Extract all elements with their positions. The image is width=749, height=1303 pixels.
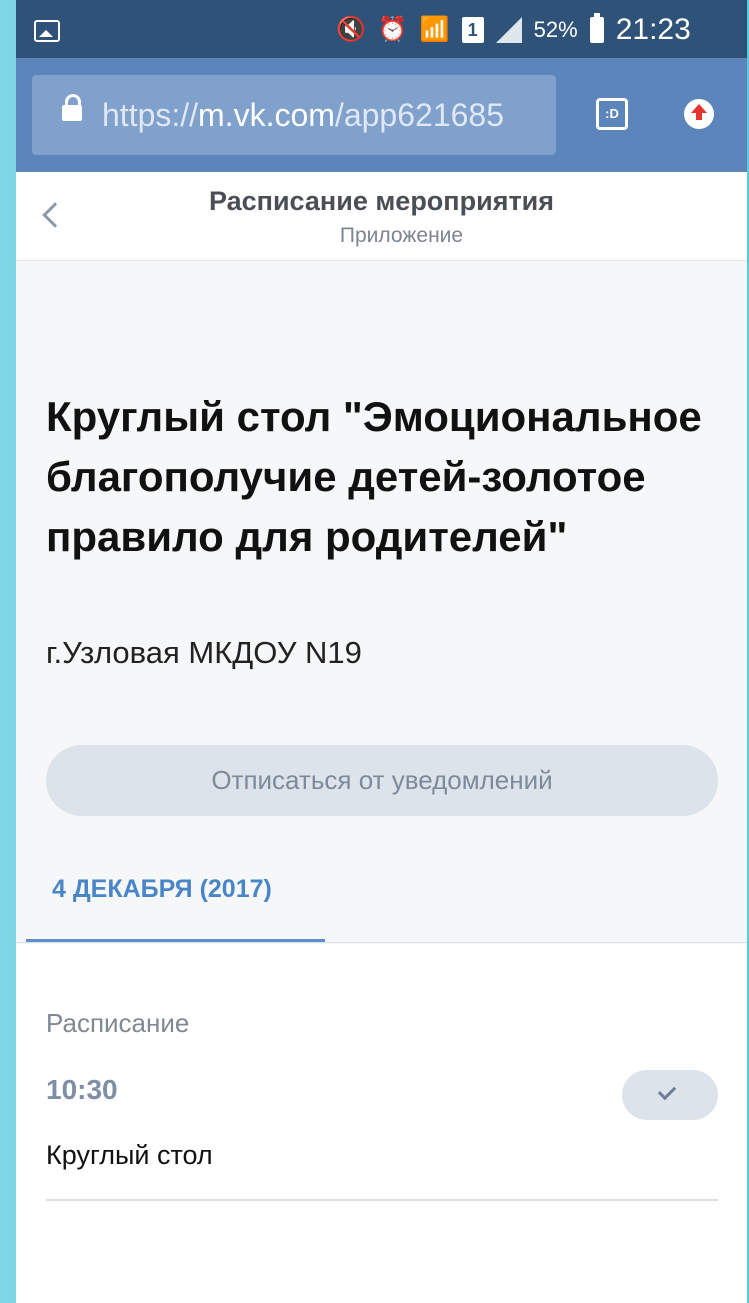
tabs-divider: [16, 942, 747, 943]
url-bar[interactable]: https://m.vk.com/app621685: [32, 75, 556, 155]
event-section: Круглый стол "Эмоциональное благополучие…: [16, 261, 747, 944]
url-text[interactable]: https://m.vk.com/app621685: [102, 95, 504, 135]
tabs-button[interactable]: :D: [596, 98, 628, 130]
status-bar: 🔇 ⏰ 📶 1 52% 21:23: [16, 0, 747, 58]
gallery-icon: [34, 20, 60, 42]
url-host: m.vk.com: [198, 97, 335, 133]
schedule-item-time: 10:30: [46, 1074, 118, 1105]
page-subtitle: Приложение: [339, 224, 464, 247]
unsubscribe-button[interactable]: Отписаться от уведомлений: [46, 745, 718, 816]
status-icons: 🔇 ⏰ 📶 1 52% 21:23: [336, 13, 691, 46]
schedule-heading: Расписание: [46, 1008, 190, 1038]
tab-date[interactable]: 4 ДЕКАБРЯ (2017): [52, 875, 272, 904]
check-icon: [657, 1081, 677, 1101]
phone-screen: 🔇 ⏰ 📶 1 52% 21:23 https://m.vk.com/app62…: [16, 0, 747, 1303]
url-path: /app621685: [334, 97, 504, 133]
signal-icon: [495, 17, 522, 43]
schedule-item-check-button[interactable]: [622, 1070, 718, 1120]
url-scheme: https://: [102, 97, 199, 133]
schedule-item-name: Круглый стол: [46, 1140, 213, 1170]
event-title: Круглый стол "Эмоциональное благополучие…: [46, 393, 702, 560]
battery-percent: 52%: [533, 17, 578, 42]
upload-icon[interactable]: [684, 99, 714, 129]
battery-icon: [589, 13, 604, 43]
clock: 21:23: [615, 13, 691, 46]
mute-icon: 🔇: [336, 16, 366, 43]
schedule-section: Расписание 10:30 Круглый стол: [16, 944, 747, 1303]
alarm-icon: ⏰: [377, 16, 408, 43]
browser-toolbar: https://m.vk.com/app621685 :D: [16, 58, 747, 172]
event-location: г.Узловая МКДОУ N19: [46, 635, 362, 670]
sim-icon: 1: [461, 17, 484, 43]
app-header: Расписание мероприятия Приложение: [16, 172, 747, 261]
page-title: Расписание мероприятия: [208, 186, 555, 216]
wifi-icon: 📶: [419, 16, 450, 43]
lock-icon: [62, 94, 82, 121]
schedule-divider: [46, 1199, 718, 1201]
